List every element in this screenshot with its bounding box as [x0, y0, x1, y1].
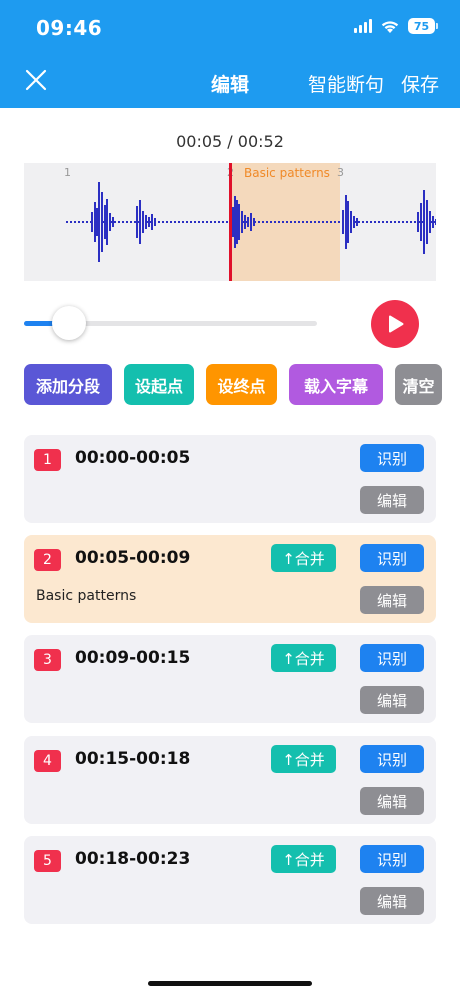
- segment-label: Basic patterns: [244, 166, 330, 180]
- merge-up-button[interactable]: ↑合并: [271, 845, 336, 873]
- waveform-bar: [136, 206, 138, 238]
- waveform-bar: [151, 214, 153, 230]
- waveform-bar: [142, 211, 144, 233]
- clear-button[interactable]: 清空: [395, 364, 442, 405]
- segment-range: 00:09-00:15: [75, 648, 191, 668]
- waveform-bar: [98, 182, 100, 262]
- waveform-bar: [238, 204, 240, 240]
- merge-up-button[interactable]: ↑合并: [271, 745, 336, 773]
- waveform-bar: [247, 217, 249, 227]
- top-bar: 09:46 75 编辑 智能断句 保存: [0, 0, 460, 108]
- edit-button[interactable]: 编辑: [360, 686, 424, 714]
- waveform-bar: [244, 215, 246, 229]
- waveform[interactable]: 1 2 3 Basic patterns: [24, 163, 436, 281]
- battery-level: 75: [408, 18, 435, 34]
- waveform-bar: [91, 212, 93, 232]
- waveform-bar: [353, 216, 355, 228]
- waveform-bar: [250, 213, 252, 231]
- waveform-bar: [145, 215, 147, 229]
- status-icons: 75: [354, 18, 438, 34]
- segment-text: Basic patterns: [36, 588, 137, 604]
- set-start-button[interactable]: 设起点: [124, 364, 194, 405]
- segment-number: 4: [34, 750, 61, 772]
- play-button[interactable]: [371, 300, 419, 348]
- wifi-icon: [381, 20, 399, 33]
- action-bar: 添加分段 设起点 设终点 载入字幕 清空: [0, 364, 460, 406]
- progress-slider-thumb[interactable]: [52, 306, 86, 340]
- edit-button[interactable]: 编辑: [360, 586, 424, 614]
- status-time: 09:46: [36, 16, 103, 40]
- recognize-button[interactable]: 识别: [360, 444, 424, 472]
- save-button[interactable]: 保存: [401, 70, 439, 97]
- segment-range: 00:18-00:23: [75, 849, 191, 869]
- waveform-bar: [347, 201, 349, 243]
- segment-range: 00:05-00:09: [75, 548, 191, 568]
- waveform-bar: [350, 211, 352, 233]
- segment-card[interactable]: 3 00:09-00:15 ↑合并 识别 编辑: [24, 635, 436, 723]
- waveform-bar: [435, 219, 436, 225]
- segment-number: 5: [34, 850, 61, 872]
- set-end-button[interactable]: 设终点: [206, 364, 277, 405]
- waveform-bar: [139, 200, 141, 244]
- playhead[interactable]: [229, 163, 232, 281]
- waveform-bar: [101, 192, 103, 252]
- smart-split-button[interactable]: 智能断句: [308, 70, 384, 97]
- time-readout: 00:05 / 00:52: [176, 132, 284, 151]
- page-title: 编辑: [210, 74, 249, 96]
- play-icon: [389, 315, 404, 333]
- edit-button[interactable]: 编辑: [360, 887, 424, 915]
- waveform-bar: [420, 203, 422, 241]
- segment-marker-1: 1: [64, 166, 71, 179]
- merge-up-button[interactable]: ↑合并: [271, 544, 336, 572]
- waveform-bar: [356, 218, 358, 226]
- segment-card[interactable]: 5 00:18-00:23 ↑合并 识别 编辑: [24, 836, 436, 924]
- add-segment-button[interactable]: 添加分段: [24, 364, 112, 405]
- signal-icon: [354, 19, 372, 33]
- waveform-bar: [342, 210, 344, 234]
- segment-card[interactable]: 1 00:00-00:05 识别 编辑: [24, 435, 436, 523]
- waveform-bar: [112, 217, 114, 227]
- segment-card[interactable]: 4 00:15-00:18 ↑合并 识别 编辑: [24, 736, 436, 824]
- waveform-bar: [429, 211, 431, 233]
- segment-range: 00:15-00:18: [75, 749, 191, 769]
- waveform-bar: [106, 199, 108, 245]
- segment-number: 1: [34, 449, 61, 471]
- close-icon[interactable]: [22, 66, 50, 94]
- home-indicator: [148, 981, 312, 986]
- segment-card-active[interactable]: 2 00:05-00:09 ↑合并 识别 Basic patterns 编辑: [24, 535, 436, 623]
- waveform-bar: [417, 212, 419, 232]
- waveform-bar: [253, 218, 255, 226]
- segment-number: 2: [34, 549, 61, 571]
- recognize-button[interactable]: 识别: [360, 745, 424, 773]
- segment-marker-3: 3: [337, 166, 344, 179]
- recognize-button[interactable]: 识别: [360, 644, 424, 672]
- waveform-bar: [154, 218, 156, 226]
- waveform-bar: [109, 213, 111, 231]
- waveform-bar: [148, 217, 150, 227]
- load-subtitles-button[interactable]: 载入字幕: [289, 364, 383, 405]
- edit-button[interactable]: 编辑: [360, 486, 424, 514]
- waveform-bar: [423, 190, 425, 254]
- recognize-button[interactable]: 识别: [360, 544, 424, 572]
- segment-number: 3: [34, 649, 61, 671]
- segment-range: 00:00-00:05: [75, 448, 191, 468]
- recognize-button[interactable]: 识别: [360, 845, 424, 873]
- edit-button[interactable]: 编辑: [360, 787, 424, 815]
- waveform-bar: [241, 211, 243, 233]
- waveform-bar: [426, 200, 428, 244]
- merge-up-button[interactable]: ↑合并: [271, 644, 336, 672]
- waveform-bar: [432, 216, 434, 228]
- battery-icon: 75: [408, 18, 438, 34]
